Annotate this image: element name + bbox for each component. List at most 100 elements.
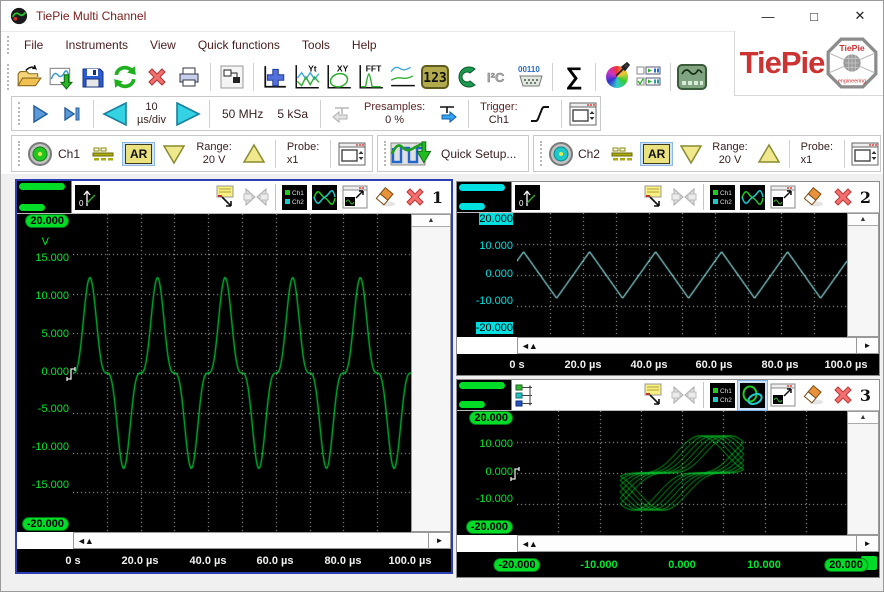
object-tree-button[interactable] xyxy=(216,62,248,92)
graph1-horizontal-scrollbar[interactable]: ◄▲ ► xyxy=(73,532,451,549)
i2c-button[interactable]: I²C xyxy=(483,62,515,92)
meter-button[interactable]: 123 xyxy=(419,62,451,92)
xy-graph-button[interactable]: XY xyxy=(323,62,355,92)
scroll-right-icon[interactable]: ► xyxy=(428,533,450,548)
comment-icon[interactable] xyxy=(639,183,669,211)
channel1-range-down-button[interactable] xyxy=(158,139,190,169)
scroll-right-icon[interactable]: ► xyxy=(856,536,878,551)
graph2-horizontal-scrollbar[interactable]: ◄▲ ► xyxy=(517,337,879,354)
graph3-thumbnail[interactable] xyxy=(457,380,512,410)
comment-icon[interactable] xyxy=(211,183,241,211)
combined-graph-button[interactable] xyxy=(387,62,419,92)
trigger-level-marker[interactable] xyxy=(66,365,78,382)
graph3-x-axis[interactable]: -20.000-10.0000.00010.00020.000 xyxy=(457,552,879,577)
graph2-y-axis[interactable]: 20.00010.0000.000-10.000-20.000 xyxy=(457,213,517,337)
trigger-edge-icon[interactable] xyxy=(524,99,556,129)
math-sigma-button[interactable]: ∑ xyxy=(558,62,590,92)
delete-button[interactable] xyxy=(141,62,173,92)
menu-instruments[interactable]: Instruments xyxy=(54,38,139,52)
timebase-faster-button[interactable] xyxy=(172,99,204,129)
generator-instrument-button[interactable] xyxy=(676,62,708,92)
graph3-y-axis[interactable]: 20.00010.0000.000-10.000-20.000 xyxy=(457,411,517,535)
serial-protocol-button[interactable]: 00110 xyxy=(515,62,547,92)
graph2-x-axis[interactable]: 0 s20.0 µs40.0 µs60.0 µs80.0 µs100.0 µs xyxy=(457,354,879,375)
channel-toggles-button[interactable] xyxy=(633,62,665,92)
graph1-plot[interactable] xyxy=(73,214,411,532)
channel1-bnc-icon[interactable] xyxy=(24,139,56,169)
channel-legend-icon[interactable]: Ch1Ch2 xyxy=(280,183,310,211)
channel2-range-down-button[interactable] xyxy=(676,139,706,169)
open-in-window-icon[interactable] xyxy=(340,183,370,211)
graph2-thumbnail[interactable] xyxy=(457,182,512,212)
refresh-button[interactable] xyxy=(109,62,141,92)
yt-mode-icon[interactable] xyxy=(310,183,340,211)
close-graph-icon[interactable] xyxy=(828,183,858,211)
channel-legend-icon[interactable]: Ch1Ch2 xyxy=(708,183,738,211)
start-button[interactable] xyxy=(24,99,56,129)
axis-sources-icon[interactable] xyxy=(512,381,542,409)
graph3-plot[interactable] xyxy=(517,411,847,535)
presamples-increase-button[interactable] xyxy=(431,99,463,129)
graph3-vertical-scrollbar[interactable]: ▲ xyxy=(847,411,879,535)
scroll-left-icon[interactable]: ◄▲ xyxy=(518,539,540,549)
graph3-panel[interactable]: Ch1Ch2 3 20.00010.0000.000-10.000-20.000… xyxy=(456,379,880,578)
menu-tools[interactable]: Tools xyxy=(291,38,341,52)
minimize-button[interactable]: — xyxy=(745,1,791,31)
close-graph-icon[interactable] xyxy=(828,381,858,409)
yt-graph-button[interactable]: Yt xyxy=(291,62,323,92)
channel1-settings-button[interactable] xyxy=(336,139,368,169)
scroll-left-icon[interactable]: ◄▲ xyxy=(518,341,540,351)
channel2-range-up-button[interactable] xyxy=(754,139,784,169)
add-graph-button[interactable] xyxy=(259,62,291,92)
scroll-up-icon[interactable]: ▲ xyxy=(412,215,450,227)
yt-mode-icon[interactable] xyxy=(738,183,768,211)
menu-view[interactable]: View xyxy=(139,38,187,52)
graph1-y-axis[interactable]: 20.00015.00010.0005.0000.000-5.000-10.00… xyxy=(17,214,73,532)
eraser-icon[interactable] xyxy=(370,183,400,211)
scroll-track[interactable] xyxy=(540,536,856,551)
scroll-right-icon[interactable]: ► xyxy=(856,338,878,353)
axis-scale-icon[interactable]: 0 xyxy=(512,183,542,211)
maximize-button[interactable]: □ xyxy=(791,1,837,31)
graph1-x-axis[interactable]: 0 s20.0 µs40.0 µs60.0 µs80.0 µs100.0 µs xyxy=(17,549,451,572)
comment-icon[interactable] xyxy=(639,381,669,409)
close-button[interactable]: ✕ xyxy=(837,1,883,31)
load-waveform-button[interactable] xyxy=(45,62,77,92)
channel2-autorange-button[interactable]: AR xyxy=(640,142,673,166)
save-button[interactable] xyxy=(77,62,109,92)
menu-quick-functions[interactable]: Quick functions xyxy=(187,38,291,52)
channel1-coupling-icon[interactable] xyxy=(87,139,119,169)
channel2-bnc-icon[interactable] xyxy=(546,139,576,169)
channel-legend-icon[interactable]: Ch1Ch2 xyxy=(708,381,738,409)
xy-mode-icon-selected[interactable] xyxy=(738,381,768,409)
scroll-left-icon[interactable]: ◄▲ xyxy=(74,536,96,546)
channel2-settings-button[interactable] xyxy=(850,139,880,169)
gauge-button[interactable] xyxy=(451,62,483,92)
print-button[interactable] xyxy=(173,62,205,92)
open-file-button[interactable] xyxy=(13,62,45,92)
quick-setup-button[interactable]: Quick Setup... xyxy=(434,147,523,161)
instrument-settings-button[interactable] xyxy=(567,99,599,129)
graph2-plot[interactable] xyxy=(517,213,847,337)
axis-scale-icon[interactable]: 0 xyxy=(72,183,102,211)
scroll-track[interactable] xyxy=(96,533,428,548)
quick-setup-icon[interactable] xyxy=(390,140,434,168)
trigger-level-marker[interactable] xyxy=(510,465,522,482)
graph1-panel[interactable]: 0 Ch1Ch2 1 20.00015.00010.0005.0000.000-… xyxy=(15,179,453,574)
graph2-vertical-scrollbar[interactable]: ▲ xyxy=(847,213,879,337)
channel1-range-up-button[interactable] xyxy=(238,139,270,169)
scroll-up-icon[interactable]: ▲ xyxy=(848,214,878,226)
graph1-thumbnail[interactable] xyxy=(17,181,72,213)
graph1-vertical-scrollbar[interactable]: ▲ xyxy=(411,214,451,532)
open-in-window-icon[interactable] xyxy=(768,381,798,409)
open-in-window-icon[interactable] xyxy=(768,183,798,211)
eraser-icon[interactable] xyxy=(798,381,828,409)
scroll-track[interactable] xyxy=(540,338,856,353)
close-graph-icon[interactable] xyxy=(400,183,430,211)
menu-help[interactable]: Help xyxy=(341,38,388,52)
one-shot-button[interactable] xyxy=(56,99,88,129)
fft-graph-button[interactable]: FFT xyxy=(355,62,387,92)
presamples-decrease-button[interactable] xyxy=(326,99,358,129)
menu-file[interactable]: File xyxy=(13,38,54,52)
scroll-up-icon[interactable]: ▲ xyxy=(848,412,878,424)
